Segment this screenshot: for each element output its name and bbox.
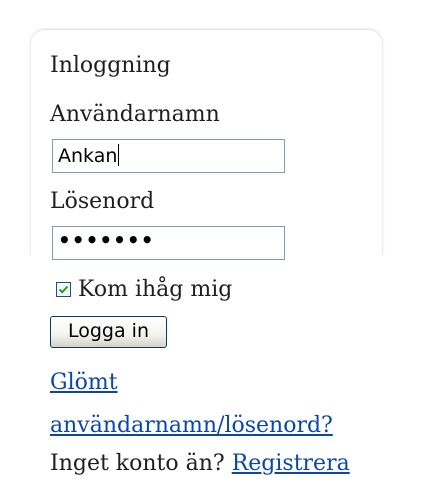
- forgot-link-continued[interactable]: användarnamn/lösenord?: [50, 413, 333, 438]
- username-label: Användarnamn: [50, 102, 220, 127]
- remember-checkbox[interactable]: [56, 282, 71, 297]
- login-title: Inloggning: [50, 53, 171, 78]
- login-button[interactable]: Logga in: [50, 316, 167, 348]
- password-label: Lösenord: [50, 189, 155, 214]
- forgot-link[interactable]: Glömt: [50, 370, 118, 395]
- password-input[interactable]: •••••••: [52, 226, 285, 260]
- register-link[interactable]: Registrera: [232, 451, 350, 476]
- password-value: •••••••: [58, 228, 155, 252]
- forgot-link-line2[interactable]: användarnamn/lösenord?: [50, 412, 333, 440]
- no-account-text: Inget konto än?: [50, 451, 225, 476]
- remember-label[interactable]: Kom ihåg mig: [78, 276, 232, 304]
- text-caret: [118, 144, 120, 166]
- no-account-row: Inget konto än? Registrera: [50, 450, 350, 478]
- username-input[interactable]: Ankan: [52, 139, 285, 173]
- forgot-link-line1[interactable]: Glömt: [50, 369, 118, 397]
- username-value: Ankan: [58, 145, 118, 167]
- checkmark-icon: [58, 285, 69, 294]
